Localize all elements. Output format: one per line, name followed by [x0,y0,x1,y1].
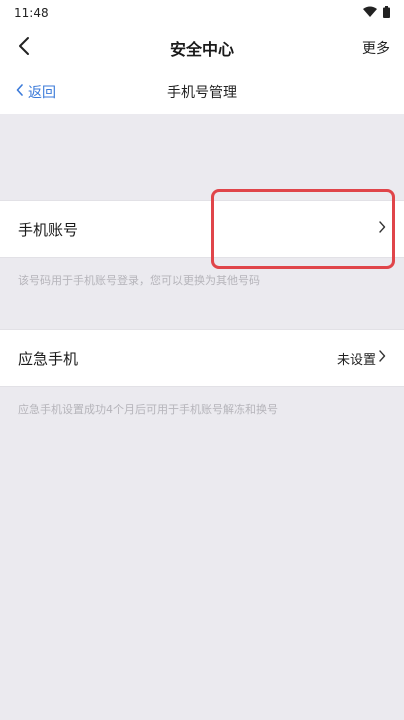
status-icons [363,5,390,21]
emergency-phone-hint: 应急手机设置成功4个月后可用于手机账号解冻和换号 [18,403,278,416]
status-bar: 11:48 [0,0,404,26]
phone-account-label: 手机账号 [18,220,79,239]
emergency-phone-status: 未设置 [336,352,376,368]
emergency-phone-row[interactable]: 应急手机 未设置 [0,329,404,387]
status-time: 11:48 [14,6,49,20]
highlight-box [211,189,395,269]
app-header: 安全中心 更多 [0,26,404,70]
wifi-icon [363,6,377,20]
sub-header: 返回 手机号管理 [0,70,404,114]
emergency-phone-action[interactable]: 未设置 [337,330,386,386]
phone-account-hint: 该号码用于手机账号登录，您可以更换为其他号码 [18,274,260,287]
sub-title: 手机号管理 [167,85,237,101]
page-title: 安全中心 [169,40,234,59]
battery-icon [383,5,390,21]
chevron-right-icon [378,350,386,366]
emergency-phone-label: 应急手机 [18,349,79,368]
more-button[interactable]: 更多 [362,26,390,70]
